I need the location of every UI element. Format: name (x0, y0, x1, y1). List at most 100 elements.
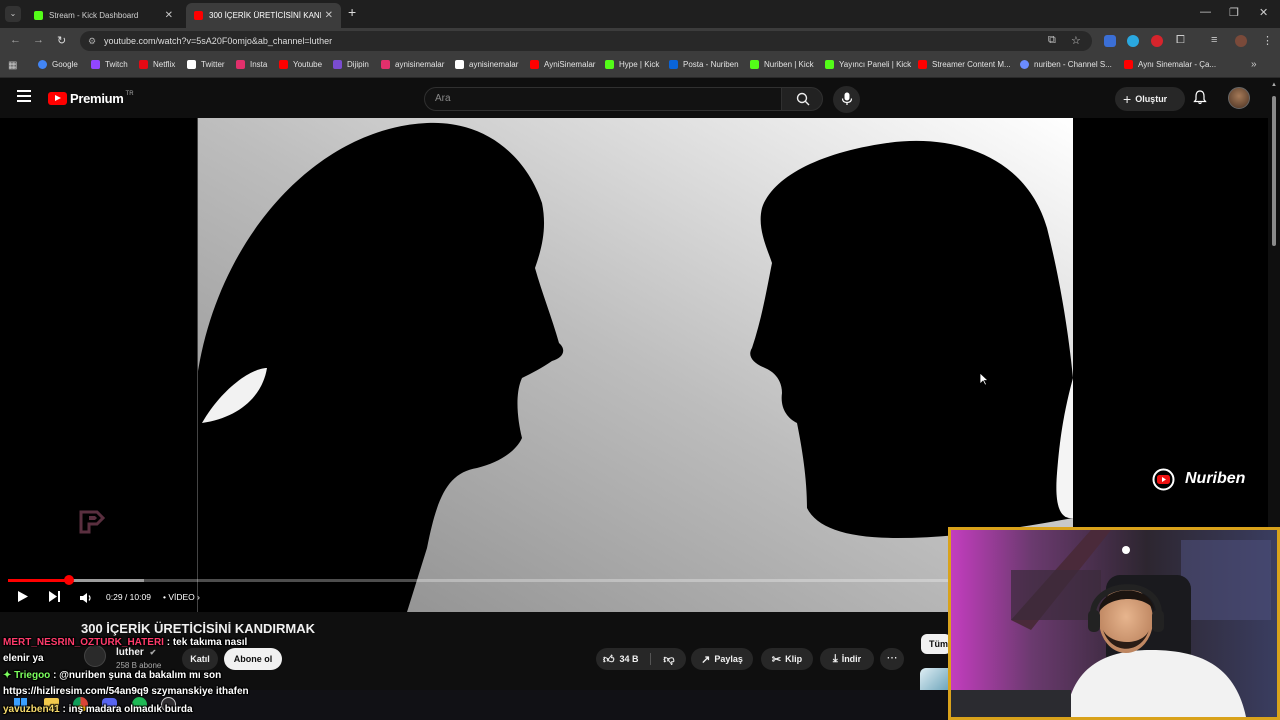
url-text: youtube.com/watch?v=5sA20F0omjo&ab_chann… (104, 36, 333, 46)
volume-button[interactable] (79, 591, 92, 609)
bookmark-nuriben-channel[interactable]: nuriben - Channel S... (1020, 60, 1112, 69)
scrollbar-thumb[interactable] (1272, 96, 1276, 246)
create-button[interactable]: + Oluştur (1115, 87, 1185, 111)
more-actions-icon[interactable]: ⋯ (880, 648, 904, 670)
bookmark-netflix[interactable]: Netflix (139, 60, 175, 69)
reload-icon[interactable]: ↻ (57, 34, 66, 47)
youtube-icon (279, 60, 288, 69)
youtube-favicon-icon (194, 11, 203, 20)
instagram-icon (381, 60, 390, 69)
progress-scrubber-handle[interactable] (64, 575, 75, 585)
bookmarks-bar: ▦ Google Twitch Netflix Twitter Insta Yo… (0, 54, 1280, 78)
time-total: 10:09 (129, 592, 151, 602)
kick-icon (825, 60, 834, 69)
progress-bar[interactable] (8, 575, 948, 585)
scroll-up-icon[interactable]: ▲ (1271, 82, 1277, 88)
download-button[interactable]: ⤓ İndir (820, 648, 874, 670)
share-button[interactable]: ↗ Paylaş (691, 648, 753, 670)
close-tab-icon[interactable]: ✕ (325, 10, 333, 21)
bookmark-dijipin[interactable]: Dijipin (333, 60, 369, 69)
minimize-icon[interactable]: — (1200, 6, 1211, 18)
chat-message-continued: https://hizliresim.com/54an9q9 szymanski… (3, 686, 249, 697)
extension-red-icon[interactable] (1151, 35, 1163, 47)
extension-shield-icon[interactable] (1104, 35, 1116, 47)
channel-name[interactable]: luther ✔ (116, 647, 156, 658)
microphone-icon (841, 92, 853, 105)
site-info-icon[interactable]: ⚙ (88, 31, 96, 51)
recommended-thumbnail[interactable] (920, 668, 950, 690)
browser-menu-icon[interactable]: ⋮ (1262, 34, 1273, 47)
kick-icon (750, 60, 759, 69)
channel-watermark-logo (79, 510, 106, 534)
bookmark-ayni-sinemalar-ca[interactable]: Aynı Sinemalar - Ça... (1124, 60, 1216, 69)
address-bar[interactable]: ⚙ youtube.com/watch?v=5sA20F0omjo&ab_cha… (80, 31, 1092, 51)
twitch-icon (91, 60, 100, 69)
install-app-icon[interactable]: ⧉ (1048, 34, 1056, 47)
bookmark-google[interactable]: Google (38, 60, 78, 69)
bookmark-streamer-content[interactable]: Streamer Content M... (918, 60, 1011, 69)
profile-avatar-icon[interactable] (1235, 35, 1247, 47)
filter-chip-all[interactable]: Tüm (921, 634, 951, 654)
like-dislike-group: 👍︎ 34 B 👎︎ (596, 648, 686, 670)
silhouette-image (197, 118, 1073, 612)
bookmark-star-icon[interactable]: ☆ (1071, 34, 1081, 47)
dislike-button[interactable]: 👎︎ (652, 648, 686, 670)
chapter-button[interactable]: • VİDEO › (163, 592, 200, 602)
close-tab-icon[interactable]: ✕ (165, 10, 173, 21)
browser-tab-youtube-video[interactable]: 300 İÇERİK ÜRETİCİSİNİ KANDIR ✕ (186, 3, 341, 28)
chat-text: : @nuriben şuna da bakalım mı son (50, 670, 222, 681)
plus-icon: + (1123, 91, 1132, 107)
play-button[interactable] (16, 590, 29, 608)
bookmarks-overflow-icon[interactable]: » (1251, 59, 1257, 70)
sparkle-badge-icon: ✦ (3, 670, 15, 681)
search-button[interactable] (781, 87, 823, 111)
extension-globe-icon[interactable] (1127, 35, 1139, 47)
maximize-icon[interactable]: ❐ (1229, 6, 1239, 19)
search-input[interactable]: Ara (424, 87, 782, 111)
media-control-icon[interactable]: ≡ (1211, 34, 1217, 46)
bookmark-insta[interactable]: Insta (236, 60, 267, 69)
voice-search-button[interactable] (833, 86, 860, 113)
extensions-puzzle-icon[interactable]: ⧠ (1176, 34, 1185, 47)
bookmark-posta[interactable]: Posta - Nuriben (669, 60, 739, 69)
like-button[interactable]: 👍︎ 34 B (596, 648, 648, 670)
chat-username: MERT_NESRIN_OZTURK_HATERI (3, 637, 164, 648)
bookmark-twitter[interactable]: Twitter (187, 60, 225, 69)
bookmark-aynisinemalar-x[interactable]: aynisinemalar (455, 60, 518, 69)
chat-link-text: https://hizliresim.com/54an9q9 szymanski… (3, 686, 249, 697)
hamburger-menu-icon[interactable] (17, 90, 31, 102)
clip-button[interactable]: ✂ Klip (761, 648, 813, 670)
bookmark-yayinci-paneli[interactable]: Yayıncı Paneli | Kick (825, 60, 911, 69)
browser-tab-bar: ⌄ Stream - Kick Dashboard ✕ 300 İÇERİK Ü… (0, 0, 1280, 28)
next-video-button[interactable] (48, 590, 61, 608)
youtube-icon (1124, 60, 1133, 69)
logo-text: Premium (70, 91, 124, 106)
forward-icon[interactable]: → (33, 34, 44, 46)
join-button[interactable]: Katıl (182, 648, 218, 670)
scissors-icon: ✂ (771, 653, 782, 666)
apps-grid-icon[interactable]: ▦ (8, 60, 17, 71)
studio-icon (1020, 60, 1029, 69)
bookmark-nuriben-kick[interactable]: Nuriben | Kick (750, 60, 814, 69)
kick-icon (605, 60, 614, 69)
bookmark-twitch[interactable]: Twitch (91, 60, 128, 69)
back-icon[interactable]: ← (10, 34, 21, 46)
chat-username: yavuzben41 (3, 704, 60, 715)
tab-list-button[interactable]: ⌄ (5, 6, 21, 22)
bookmark-youtube[interactable]: Youtube (279, 60, 322, 69)
bookmark-aynisinemalar-insta[interactable]: aynisinemalar (381, 60, 444, 69)
account-avatar[interactable] (1228, 87, 1250, 109)
bookmark-aynisinemalar-yt[interactable]: AyniSinemalar (530, 60, 595, 69)
notifications-bell-icon[interactable] (1193, 90, 1207, 110)
bookmark-hype-kick[interactable]: Hype | Kick (605, 60, 659, 69)
google-icon (38, 60, 47, 69)
subscribe-button[interactable]: Abone ol (224, 648, 282, 670)
browser-tab-kick-dashboard[interactable]: Stream - Kick Dashboard ✕ (26, 3, 181, 28)
time-current: 0:29 (106, 592, 123, 602)
close-window-icon[interactable]: ✕ (1259, 6, 1268, 19)
new-tab-icon[interactable]: + (348, 4, 356, 20)
chat-message: yavuzben41 : inş madara olmadık burda (3, 704, 193, 715)
channel-avatar[interactable] (84, 645, 106, 667)
youtube-premium-logo[interactable]: Premium TR (48, 91, 134, 106)
webcam-overlay (948, 527, 1280, 720)
